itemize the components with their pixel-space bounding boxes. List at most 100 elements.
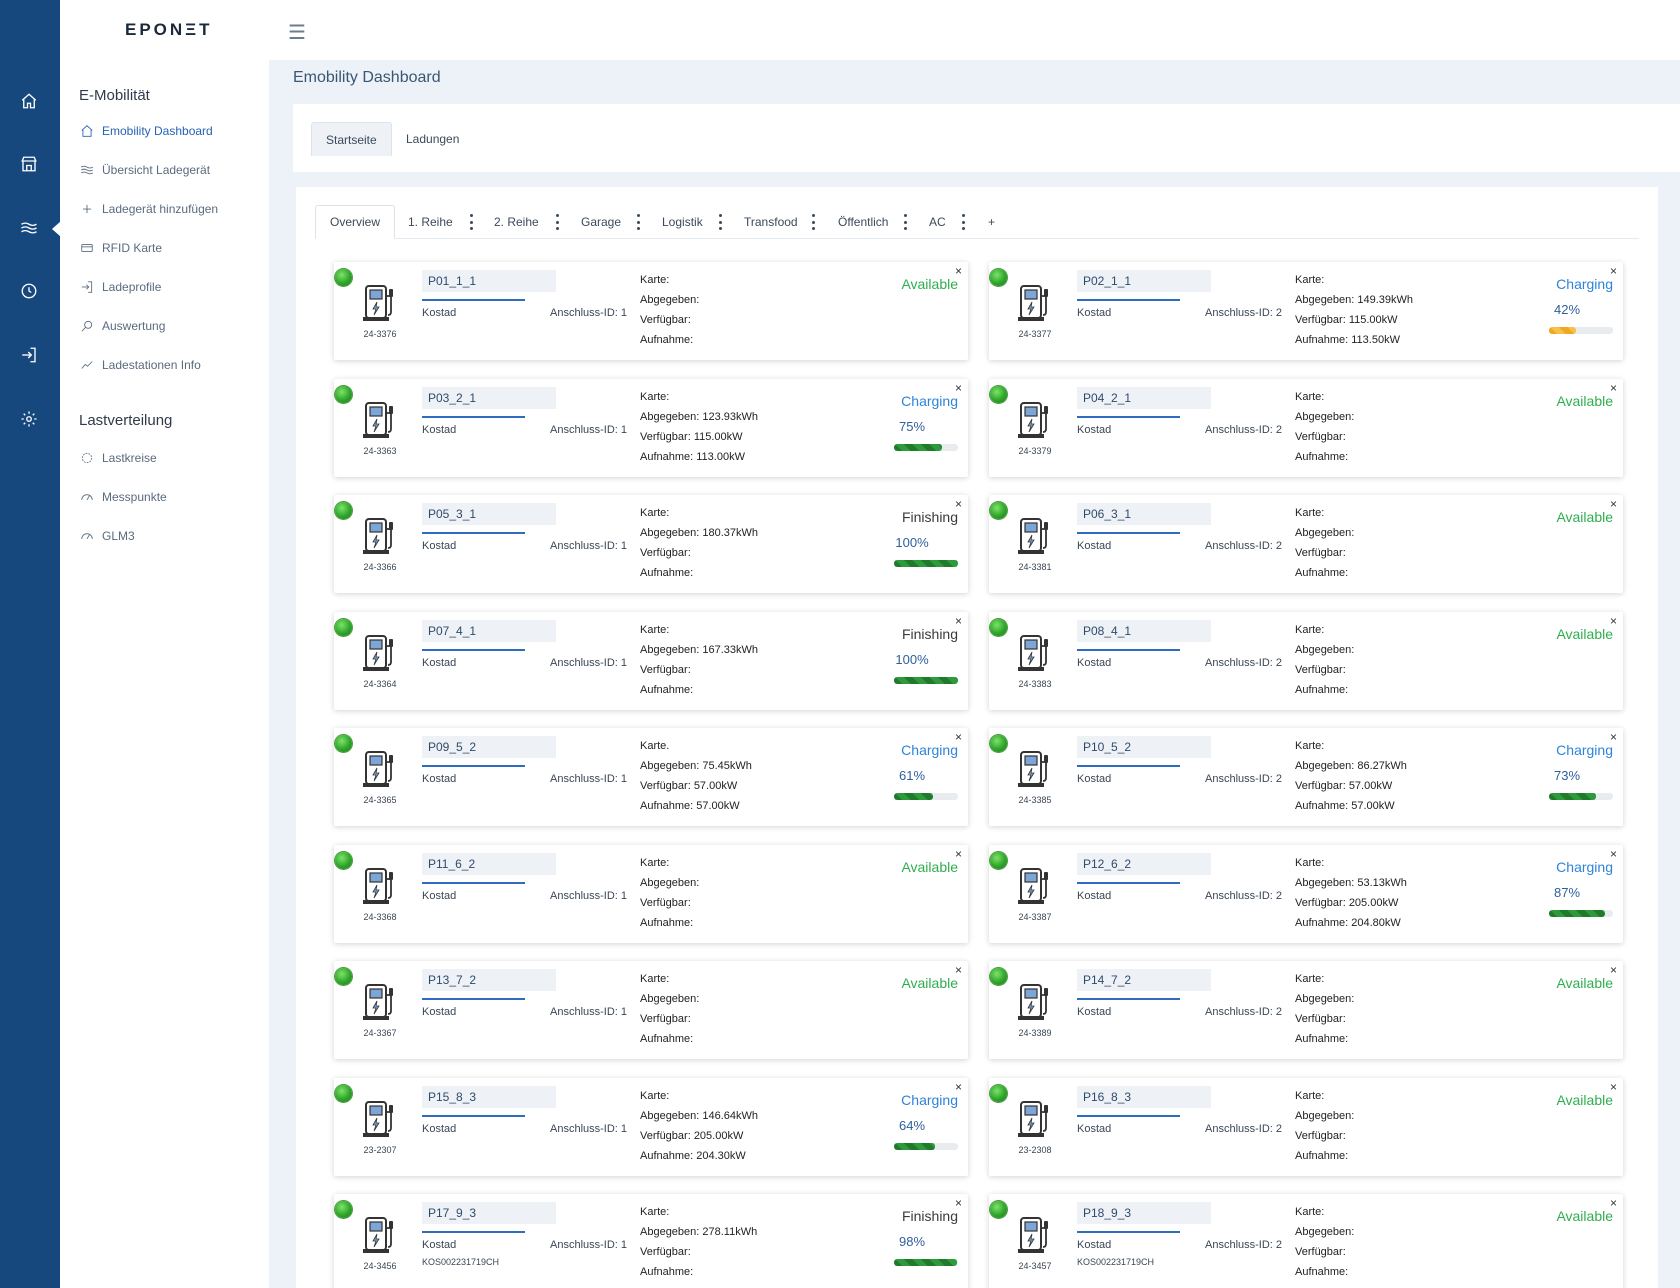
aufnahme-label: Aufnahme: xyxy=(1295,1149,1349,1162)
subtab-oeffentlich[interactable]: Öffentlich xyxy=(838,205,888,239)
kebab-menu-icon[interactable] xyxy=(717,214,723,230)
subtab-1-reihe[interactable]: 1. Reihe xyxy=(408,205,453,239)
sidebar-item-messpunkte[interactable]: Messpunkte xyxy=(79,488,167,506)
close-icon[interactable]: × xyxy=(1610,963,1617,977)
charger-name-field[interactable]: P07_4_1 xyxy=(422,619,556,642)
charger-name-field[interactable]: P14_7_2 xyxy=(1077,969,1211,991)
aufnahme-label: Aufnahme: 113.50kW xyxy=(1295,334,1400,346)
subtab-ac[interactable]: AC xyxy=(929,205,946,239)
add-tab-button[interactable]: + xyxy=(988,205,995,239)
verfuegbar-label: Verfügbar: 205.00kW xyxy=(1295,896,1399,909)
sidebar-item-ladestationen-info[interactable]: Ladestationen Info xyxy=(79,356,201,374)
close-icon[interactable]: × xyxy=(1610,847,1617,861)
trend-icon xyxy=(79,358,94,373)
close-icon[interactable]: × xyxy=(1610,381,1617,395)
verfuegbar-label: Verfügbar: 205.00kW xyxy=(640,1129,744,1142)
sidebar-item-label: GLM3 xyxy=(102,529,135,543)
owner-label: Kostad xyxy=(1077,423,1112,436)
close-icon[interactable]: × xyxy=(1610,1080,1617,1094)
close-icon[interactable]: × xyxy=(1610,497,1617,511)
close-icon[interactable]: × xyxy=(1610,1196,1617,1210)
kebab-menu-icon[interactable] xyxy=(902,214,908,230)
tab-startseite[interactable]: Startseite xyxy=(311,122,392,156)
close-icon[interactable]: × xyxy=(955,963,962,977)
kebab-menu-icon[interactable] xyxy=(554,214,560,230)
waves-icon[interactable] xyxy=(17,216,41,240)
charger-name-field[interactable]: P13_7_2 xyxy=(422,969,556,991)
kebab-menu-icon[interactable] xyxy=(810,214,816,230)
charger-name-field[interactable]: P18_9_3 xyxy=(1077,1202,1211,1224)
close-icon[interactable]: × xyxy=(955,614,962,628)
charger-name-field[interactable]: P03_2_1 xyxy=(422,386,556,409)
status-led xyxy=(990,735,1007,752)
verfuegbar-label: Verfügbar: xyxy=(1295,1246,1346,1258)
charging-info: Karte: Abgegeben: Verfügbar: Aufnahme: xyxy=(1295,620,1354,700)
sidebar-item-ladegeraet-hinzufuegen[interactable]: Ladegerät hinzufügen xyxy=(79,200,218,218)
charger-name-field[interactable]: P01_1_1 xyxy=(422,270,556,292)
section-lastverteilung: Lastverteilung xyxy=(79,412,173,429)
sidebar-item-lastkreise[interactable]: Lastkreise xyxy=(79,449,157,467)
charger-name-field[interactable]: P16_8_3 xyxy=(1077,1085,1211,1108)
kebab-menu-icon[interactable] xyxy=(468,214,474,230)
kebab-menu-icon[interactable] xyxy=(960,214,966,230)
charger-icon xyxy=(362,632,398,672)
sidebar-item-rfid-karte[interactable]: RFID Karte xyxy=(79,239,162,257)
sidebar-item-ladeprofile[interactable]: Ladeprofile xyxy=(79,278,161,296)
close-icon[interactable]: × xyxy=(1610,264,1617,278)
charge-percent: 64% xyxy=(898,1117,926,1133)
home-icon[interactable] xyxy=(17,89,41,113)
sidebar-item-auswertung[interactable]: Auswertung xyxy=(79,317,165,335)
charger-name-field[interactable]: P06_3_1 xyxy=(1077,503,1211,525)
charge-percent: 100% xyxy=(895,651,929,667)
abgegeben-label: Abgegeben: 86.27kWh xyxy=(1295,760,1407,772)
clock-icon[interactable] xyxy=(17,279,41,303)
verfuegbar-label: Verfügbar: xyxy=(640,663,691,676)
charger-name-field[interactable]: P05_3_1 xyxy=(422,503,556,525)
subtab-transfood[interactable]: Transfood xyxy=(744,205,798,239)
charge-progress-bar xyxy=(1549,327,1613,334)
charge-progress-bar xyxy=(894,793,958,800)
charger-name-field[interactable]: P09_5_2 xyxy=(422,736,556,758)
section-e-mobilitaet: E-Mobilität xyxy=(79,87,150,104)
status-label: Available xyxy=(1556,1208,1613,1224)
charger-name-field[interactable]: P11_6_2 xyxy=(422,852,556,875)
underline xyxy=(422,1114,525,1117)
sidebar-item-glm3[interactable]: GLM3 xyxy=(79,527,135,545)
subtab-2-reihe[interactable]: 2. Reihe xyxy=(494,205,539,239)
close-icon[interactable]: × xyxy=(1610,614,1617,628)
close-icon[interactable]: × xyxy=(955,1196,962,1210)
charger-name-field[interactable]: P15_8_3 xyxy=(422,1085,556,1108)
sidebar-item-emobility-dashboard[interactable]: Emobility Dashboard xyxy=(79,122,213,140)
close-icon[interactable]: × xyxy=(955,1080,962,1094)
charger-name-field[interactable]: P08_4_1 xyxy=(1077,619,1211,642)
station-id: 23-2308 xyxy=(1018,1144,1052,1155)
charger-name-field[interactable]: P04_2_1 xyxy=(1077,386,1211,409)
subtab-overview[interactable]: Overview xyxy=(315,205,396,239)
charger-name-field[interactable]: P17_9_3 xyxy=(422,1202,556,1224)
kebab-menu-icon[interactable] xyxy=(635,214,641,230)
status-label: Finishing xyxy=(901,1208,958,1224)
charger-icon xyxy=(362,1098,398,1138)
login-icon[interactable] xyxy=(17,343,41,367)
close-icon[interactable]: × xyxy=(955,497,962,511)
status-label: Available xyxy=(1556,975,1613,991)
subtab-logistik[interactable]: Logistik xyxy=(662,205,703,239)
close-icon[interactable]: × xyxy=(1610,730,1617,744)
store-icon[interactable] xyxy=(17,152,41,176)
aufnahme-label: Aufnahme: xyxy=(640,683,694,696)
charger-card: 24-3456 P17_9_3 Kostad KOS002231719CH An… xyxy=(334,1194,968,1288)
settings-icon[interactable] xyxy=(17,407,41,431)
close-icon[interactable]: × xyxy=(955,847,962,861)
charger-name-field[interactable]: P02_1_1 xyxy=(1077,270,1211,292)
abgegeben-label: Abgegeben: 149.39kWh xyxy=(1295,294,1414,306)
search-icon xyxy=(79,319,94,334)
subtab-garage[interactable]: Garage xyxy=(581,205,621,239)
sidebar-item-uebersicht-ladegeraet[interactable]: Übersicht Ladegerät xyxy=(79,161,210,179)
charger-name-field[interactable]: P12_6_2 xyxy=(1077,852,1211,875)
close-icon[interactable]: × xyxy=(955,381,962,395)
close-icon[interactable]: × xyxy=(955,264,962,278)
hamburger-menu-icon[interactable]: ☰ xyxy=(288,20,306,45)
tab-ladungen[interactable]: Ladungen xyxy=(392,122,473,156)
close-icon[interactable]: × xyxy=(955,730,962,744)
charger-name-field[interactable]: P10_5_2 xyxy=(1077,736,1211,758)
